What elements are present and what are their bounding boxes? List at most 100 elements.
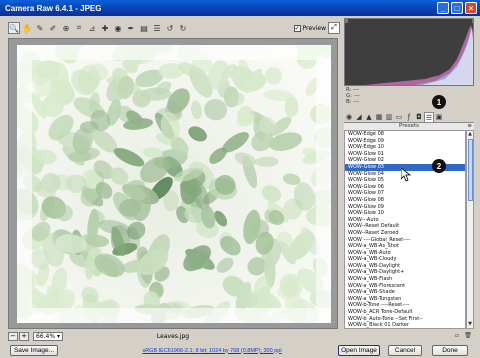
preset-item[interactable]: WOW-a_WB-Cloudy xyxy=(345,256,465,263)
white-balance-tool[interactable]: ✎ xyxy=(34,22,46,34)
preset-item[interactable]: WOW-a_WB-Flash xyxy=(345,276,465,283)
hand-tool[interactable]: ✋ xyxy=(21,22,33,34)
preset-item[interactable]: WOW-a_WB-Daylight xyxy=(345,263,465,270)
preset-item[interactable]: WOW-a_WB-Shade xyxy=(345,289,465,296)
straighten-tool[interactable]: ⊿ xyxy=(86,22,98,34)
leaf-shape xyxy=(188,126,207,142)
tab-tone-curve[interactable]: ◢ xyxy=(354,112,364,122)
leaf-shape xyxy=(264,67,283,85)
preset-item[interactable]: WOW---Auto xyxy=(345,217,465,224)
preset-item[interactable]: WOW-Glow 07 xyxy=(345,190,465,197)
panel-menu-icon[interactable]: ≡ xyxy=(467,123,472,130)
preset-item[interactable]: WOW-b_Auto-Tone --Set First-- xyxy=(345,316,465,323)
preset-item[interactable]: WOW-Edge 08 xyxy=(345,131,465,138)
image-canvas[interactable] xyxy=(8,38,338,329)
preview-checkbox[interactable]: ✓ Preview xyxy=(293,24,326,32)
camera-icon: ◘ xyxy=(416,113,422,121)
tab-fx[interactable]: ƒ xyxy=(404,112,414,122)
mouse-cursor-icon xyxy=(401,168,411,182)
preset-item[interactable]: WOW--Reset Zeroed xyxy=(345,230,465,237)
rotate-ccw-icon: ↺ xyxy=(166,23,174,33)
tab-hsl[interactable]: ▦ xyxy=(374,112,384,122)
rotate-ccw-tool[interactable]: ↺ xyxy=(164,22,176,34)
b-value: --- xyxy=(353,99,360,105)
tab-presets[interactable]: ☰ xyxy=(424,112,434,122)
preset-item[interactable]: WOW-Glow 02 xyxy=(345,157,465,164)
leaf-shape xyxy=(183,245,211,272)
delete-preset-button[interactable]: 🗑 xyxy=(464,332,472,340)
close-button[interactable]: × xyxy=(465,2,477,14)
color-sampler-icon: ✐ xyxy=(49,23,57,33)
tab-camera-calibration[interactable]: ◘ xyxy=(414,112,424,122)
histogram-graph xyxy=(345,19,473,85)
adjustment-brush-icon: ✒ xyxy=(127,23,135,33)
tab-snapshots[interactable]: ▣ xyxy=(434,112,444,122)
crop-tool[interactable]: ⌗ xyxy=(73,22,85,34)
white-balance-icon: ✎ xyxy=(36,23,44,33)
preset-item[interactable]: WOW-a_WB-Tungsten xyxy=(345,296,465,303)
spot-removal-tool[interactable]: ✚ xyxy=(99,22,111,34)
done-button[interactable]: Done xyxy=(432,345,468,356)
preset-item[interactable]: WOW-a_WB-Auto xyxy=(345,250,465,257)
preset-item[interactable]: WOW-Edge 09 xyxy=(345,138,465,145)
callout-1: 1 xyxy=(432,95,446,109)
zoom-tool[interactable]: 🔍 xyxy=(8,22,20,34)
new-preset-button[interactable]: ▫ xyxy=(453,332,461,340)
preview-label: Preview xyxy=(302,24,326,32)
presets-header: Presets ≡ xyxy=(344,123,474,130)
preset-item[interactable]: WOW-Glow 10 xyxy=(345,210,465,217)
maximize-button[interactable]: □ xyxy=(451,2,463,14)
panel-title: Presets xyxy=(398,123,419,129)
preset-item[interactable]: WOW-a_WB-Daylight+ xyxy=(345,269,465,276)
rotate-cw-tool[interactable]: ↻ xyxy=(177,22,189,34)
red-eye-icon: ◉ xyxy=(114,23,122,33)
new-preset-icon: ▫ xyxy=(454,332,460,339)
workflow-options-link[interactable]: sRGB IEC61966-2.1; 8 bit; 1024 by 768 (0… xyxy=(122,348,302,354)
preset-scrollbar[interactable]: ▲ ▼ xyxy=(466,130,474,329)
preset-item[interactable]: WOW-a_WB-As_Shot xyxy=(345,243,465,250)
preferences-tool[interactable]: ☰ xyxy=(151,22,163,34)
triangle-icon: ▲ xyxy=(366,113,372,121)
status-bar: − + 66.4% ▾ Leaves.jpg xyxy=(8,330,338,342)
preset-item[interactable]: WOW-b_ACR Tone-Default xyxy=(345,309,465,316)
minimize-button[interactable]: _ xyxy=(437,2,449,14)
red-eye-tool[interactable]: ◉ xyxy=(112,22,124,34)
preset-item[interactable]: WOW-Glow 01 xyxy=(345,151,465,158)
spot-removal-icon: ✚ xyxy=(101,23,109,33)
tab-basic[interactable]: ◉ xyxy=(344,112,354,122)
crop-icon: ⌗ xyxy=(76,23,82,32)
leaf-shape xyxy=(216,257,234,273)
histogram xyxy=(344,18,474,86)
graduated-filter-tool[interactable]: ▤ xyxy=(138,22,150,34)
tab-lens[interactable]: ▭ xyxy=(394,112,404,122)
file-name: Leaves.jpg xyxy=(156,332,190,340)
preferences-icon: ☰ xyxy=(153,23,161,33)
preset-item[interactable]: WOW-Glow 06 xyxy=(345,184,465,191)
target-adjust-tool[interactable]: ⊕ xyxy=(60,22,72,34)
preset-item[interactable]: WOW ----Global_Reset---- xyxy=(345,237,465,244)
preset-item[interactable]: WOW-Edge 10 xyxy=(345,144,465,151)
preset-item[interactable]: WOW-a_WB-Florescent xyxy=(345,283,465,290)
preset-item[interactable]: WOW--Reset Default xyxy=(345,223,465,230)
save-image-button[interactable]: Save Image... xyxy=(10,345,58,356)
fullscreen-button[interactable]: ⤢ xyxy=(328,22,340,34)
title-bar: Camera Raw 6.4.1 - JPEG _ □ × xyxy=(0,0,480,16)
color-sampler-tool[interactable]: ✐ xyxy=(47,22,59,34)
scroll-up-icon[interactable]: ▲ xyxy=(467,131,473,138)
leaves-photo xyxy=(17,45,331,323)
cancel-button[interactable]: Cancel xyxy=(388,345,422,356)
preset-item[interactable]: WOW-b_Black 01 Darker xyxy=(345,322,465,328)
preset-item[interactable]: WOW-Glow 09 xyxy=(345,204,465,211)
adjustment-brush-tool[interactable]: ✒ xyxy=(125,22,137,34)
check-icon[interactable]: ✓ xyxy=(293,24,301,32)
scroll-down-icon[interactable]: ▼ xyxy=(467,321,473,328)
rotate-cw-icon: ↻ xyxy=(179,23,187,33)
tab-detail[interactable]: ▲ xyxy=(364,112,374,122)
preset-item[interactable]: WOW-b-Tone ----Reset---- xyxy=(345,302,465,309)
preset-item[interactable]: WOW-Glow 08 xyxy=(345,197,465,204)
open-image-button[interactable]: Open Image xyxy=(338,345,380,356)
leaf-shape xyxy=(261,185,282,202)
tab-split-toning[interactable]: ▥ xyxy=(384,112,394,122)
split-icon: ▥ xyxy=(385,113,393,121)
scroll-thumb[interactable] xyxy=(468,139,473,201)
